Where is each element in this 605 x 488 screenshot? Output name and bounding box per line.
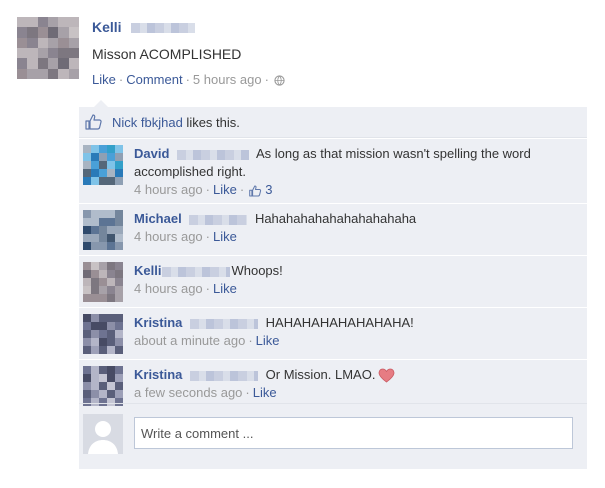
comment-timestamp[interactable]: 4 hours ago: [134, 182, 203, 197]
comment-body: Kristina Or Mission. LMAO. a few seconds…: [134, 366, 574, 402]
comment-item: Kristina HAHAHAHAHAHAHAHA! about a minut…: [79, 307, 587, 360]
comment-text: Hahahahahahahahahahaha: [254, 211, 417, 226]
comment-text: Or Mission. LMAO.: [265, 367, 376, 382]
post-author-name[interactable]: Kelli: [92, 19, 122, 35]
redacted-surname: [190, 318, 259, 329]
comment-like-link[interactable]: Like: [213, 229, 237, 244]
comment-timestamp[interactable]: a few seconds ago: [134, 385, 242, 400]
avatar[interactable]: [83, 145, 123, 185]
comment-text: HAHAHAHAHAHAHAHA!: [265, 315, 414, 330]
redacted-surname: [131, 23, 196, 34]
comment-like-link[interactable]: Like: [256, 333, 280, 348]
likes-text: Nick fbkjhad likes this.: [112, 115, 240, 130]
redacted-surname: [190, 370, 259, 381]
comment-meta: a few seconds ago · Like: [134, 385, 277, 400]
status-post: Kelli Misson ACOMPLISHED Like · Comment · 5 …: [17, 17, 587, 107]
comment-item: David As long as that mission wasn't spe…: [79, 138, 587, 204]
comment-meta: about a minute ago · Like: [134, 333, 280, 348]
heart-icon: [379, 368, 395, 383]
comment-like-link[interactable]: Like: [213, 281, 237, 296]
comments-panel: Nick fbkjhad likes this. David As long a…: [79, 107, 587, 469]
commenter-name[interactable]: Kristina: [134, 315, 182, 330]
default-avatar-icon: [83, 414, 123, 454]
post-author[interactable]: Kelli: [92, 19, 196, 35]
redacted-surname: [162, 266, 231, 277]
post-timestamp[interactable]: 5 hours ago: [193, 72, 262, 87]
post-meta: Like · Comment · 5 hours ago ·: [92, 72, 285, 87]
liker-name[interactable]: Nick fbkjhad: [112, 115, 183, 130]
comment-body: Kristina HAHAHAHAHAHAHAHA! about a minut…: [134, 314, 574, 350]
comment-item: Kelli Whoops! 4 hours ago · Like: [79, 255, 587, 308]
comment-meta: 4 hours ago · Like: [134, 281, 237, 296]
commenter-name[interactable]: Michael: [134, 211, 182, 226]
likes-suffix: likes this.: [182, 115, 240, 130]
comment-meta: 4 hours ago · Like · 3: [134, 182, 273, 197]
thumbs-up-icon: [85, 114, 102, 130]
panel-arrow: [94, 100, 108, 107]
avatar[interactable]: [83, 366, 123, 406]
write-comment-row: [79, 403, 587, 470]
comment-timestamp[interactable]: 4 hours ago: [134, 229, 203, 244]
globe-icon[interactable]: [274, 75, 285, 86]
commenter-name[interactable]: Kelli: [134, 263, 161, 278]
comment-like-link[interactable]: Like: [213, 182, 237, 197]
comment-link[interactable]: Comment: [126, 72, 182, 87]
redacted-surname: [189, 214, 248, 225]
avatar[interactable]: [17, 17, 79, 79]
post-message: Misson ACOMPLISHED: [92, 46, 242, 62]
comment-meta: 4 hours ago · Like: [134, 229, 237, 244]
comment-text: Whoops!: [231, 263, 283, 278]
thumbs-up-icon[interactable]: [249, 185, 262, 197]
comment-item: Michael Hahahahahahahahahahaha 4 hours a…: [79, 203, 587, 256]
like-link[interactable]: Like: [92, 72, 116, 87]
likes-row: Nick fbkjhad likes this.: [79, 107, 587, 138]
avatar[interactable]: [83, 314, 123, 354]
comment-timestamp[interactable]: 4 hours ago: [134, 281, 203, 296]
comment-like-link[interactable]: Like: [253, 385, 277, 400]
commenter-name[interactable]: Kristina: [134, 367, 182, 382]
comment-timestamp[interactable]: about a minute ago: [134, 333, 245, 348]
comment-input[interactable]: [134, 417, 573, 449]
comment-like-count[interactable]: 3: [265, 182, 272, 197]
commenter-name[interactable]: David: [134, 146, 169, 161]
comment-body: Michael Hahahahahahahahahahaha 4 hours a…: [134, 210, 574, 246]
comment-body: Kelli Whoops! 4 hours ago · Like: [134, 262, 574, 298]
avatar[interactable]: [83, 262, 123, 302]
comment-body: David As long as that mission wasn't spe…: [134, 145, 574, 199]
redacted-surname: [177, 149, 250, 160]
avatar[interactable]: [83, 210, 123, 250]
